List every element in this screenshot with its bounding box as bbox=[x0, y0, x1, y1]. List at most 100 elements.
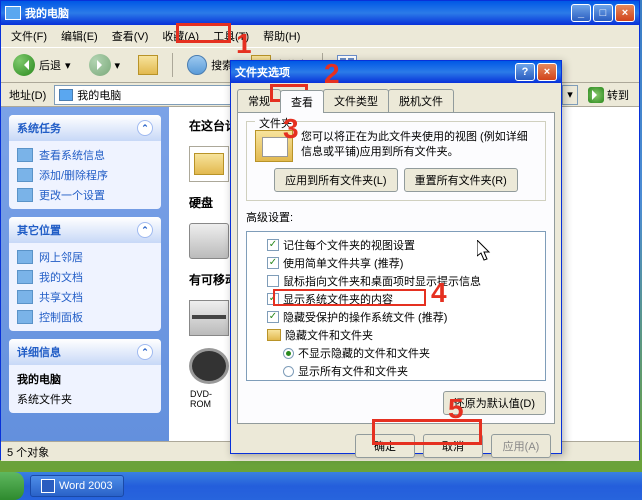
my-computer-icon bbox=[5, 6, 21, 20]
tree-row[interactable]: 鼠标指向文件夹和桌面项时显示提示信息 bbox=[253, 272, 539, 290]
help-button[interactable]: ? bbox=[515, 63, 535, 81]
tree-label: 隐藏受保护的操作系统文件 (推荐) bbox=[283, 309, 447, 325]
panel-details: 详细信息⌃ 我的电脑 系统文件夹 bbox=[9, 339, 161, 413]
sidebar-item-sysinfo[interactable]: 查看系统信息 bbox=[17, 147, 153, 163]
menu-view[interactable]: 查看(V) bbox=[106, 26, 155, 46]
details-name: 我的电脑 bbox=[17, 371, 153, 387]
tree-label: 使用简单文件共享 (推荐) bbox=[283, 255, 403, 271]
panel-header[interactable]: 其它位置⌃ bbox=[9, 217, 161, 243]
dvd-icon bbox=[189, 348, 229, 384]
tree-row[interactable]: 不显示隐藏的文件和文件夹 bbox=[253, 344, 539, 362]
search-icon bbox=[187, 55, 207, 75]
apply-all-folders-button[interactable]: 应用到所有文件夹(L) bbox=[274, 168, 397, 192]
folder-pair-icon bbox=[255, 130, 293, 162]
panel-system-tasks: 系统任务⌃ 查看系统信息 添加/删除程序 更改一个设置 bbox=[9, 115, 161, 209]
minimize-button[interactable]: _ bbox=[571, 4, 591, 22]
chevron-up-icon: ⌃ bbox=[137, 222, 153, 238]
checkbox-icon: ✓ bbox=[267, 311, 279, 323]
taskbar: Word 2003 bbox=[0, 472, 642, 500]
removable-icon bbox=[189, 300, 229, 336]
checkbox-icon bbox=[267, 275, 279, 287]
my-computer-mini-icon bbox=[59, 89, 73, 101]
menu-file[interactable]: 文件(F) bbox=[5, 26, 53, 46]
address-value: 我的电脑 bbox=[77, 87, 121, 103]
start-button[interactable] bbox=[0, 472, 24, 500]
documents-icon bbox=[17, 270, 33, 284]
tree-label: 显示系统文件夹的内容 bbox=[283, 291, 393, 307]
tab-view[interactable]: 查看 bbox=[280, 90, 324, 113]
restore-defaults-button[interactable]: 还原为默认值(D) bbox=[443, 391, 546, 415]
checkbox-icon: ✓ bbox=[267, 257, 279, 269]
up-button[interactable] bbox=[132, 51, 164, 79]
arrow-left-icon bbox=[13, 54, 35, 76]
taskbar-item-word[interactable]: Word 2003 bbox=[30, 475, 124, 497]
tab-general[interactable]: 常规 bbox=[237, 89, 281, 112]
titlebar[interactable]: 我的电脑 _ □ × bbox=[1, 1, 639, 25]
address-dropdown[interactable]: ▾ bbox=[562, 85, 578, 105]
shared-icon bbox=[17, 290, 33, 304]
tree-row[interactable]: ✓ 显示系统文件夹的内容 bbox=[253, 290, 539, 308]
tabs: 常规 查看 文件类型 脱机文件 bbox=[231, 83, 561, 112]
sidebar-item-addremove[interactable]: 添加/删除程序 bbox=[17, 167, 153, 183]
close-button[interactable]: × bbox=[615, 4, 635, 22]
radio-icon bbox=[283, 366, 294, 377]
back-button[interactable]: 后退 ▾ bbox=[7, 50, 77, 80]
details-type: 系统文件夹 bbox=[17, 391, 153, 407]
close-dialog-button[interactable]: × bbox=[537, 63, 557, 81]
tree-label: 显示所有文件和文件夹 bbox=[298, 363, 408, 379]
chevron-up-icon: ⌃ bbox=[137, 344, 153, 360]
sidebar-item-mydocs[interactable]: 我的文档 bbox=[17, 269, 153, 285]
maximize-button[interactable]: □ bbox=[593, 4, 613, 22]
group-legend: 文件夹 bbox=[255, 115, 296, 131]
tree-label: 隐藏文件和文件夹 bbox=[285, 327, 373, 343]
apply-button[interactable]: 应用(A) bbox=[491, 434, 551, 458]
sidebar-item-control[interactable]: 控制面板 bbox=[17, 309, 153, 325]
addremove-icon bbox=[17, 168, 33, 182]
checkbox-icon: ✓ bbox=[267, 293, 279, 305]
panel-header[interactable]: 详细信息⌃ bbox=[9, 339, 161, 365]
tabpage-view: 文件夹 您可以将正在为此文件夹使用的视图 (例如详细信息或平铺)应用到所有文件夹… bbox=[237, 112, 555, 424]
menu-help[interactable]: 帮助(H) bbox=[257, 26, 306, 46]
menu-edit[interactable]: 编辑(E) bbox=[55, 26, 104, 46]
ok-button[interactable]: 确定 bbox=[355, 434, 415, 458]
tree-row[interactable]: ✓隐藏已知文件类型的扩展名 bbox=[253, 380, 539, 381]
address-label: 地址(D) bbox=[5, 87, 50, 103]
folder-icon bbox=[267, 329, 281, 341]
sidebar-item-changesetting[interactable]: 更改一个设置 bbox=[17, 187, 153, 203]
panel-header[interactable]: 系统任务⌃ bbox=[9, 115, 161, 141]
tree-row[interactable]: 隐藏文件和文件夹 bbox=[253, 326, 539, 344]
advanced-settings-tree[interactable]: ✓ 记住每个文件夹的视图设置 ✓ 使用简单文件共享 (推荐)鼠标指向文件夹和桌面项时显… bbox=[246, 231, 546, 381]
tree-label: 不显示隐藏的文件和文件夹 bbox=[298, 345, 430, 361]
advanced-label: 高级设置: bbox=[246, 209, 546, 225]
up-icon bbox=[138, 55, 158, 75]
sidebar-item-shared[interactable]: 共享文档 bbox=[17, 289, 153, 305]
group-desc: 您可以将正在为此文件夹使用的视图 (例如详细信息或平铺)应用到所有文件夹。 bbox=[301, 130, 537, 162]
dialog-title: 文件夹选项 bbox=[235, 64, 515, 80]
cancel-button[interactable]: 取消 bbox=[423, 434, 483, 458]
sidebar-item-network[interactable]: 网上邻居 bbox=[17, 249, 153, 265]
tree-label: 记住每个文件夹的视图设置 bbox=[283, 237, 415, 253]
settings-icon bbox=[17, 188, 33, 202]
menu-favorites[interactable]: 收藏(A) bbox=[156, 26, 205, 46]
cursor-icon bbox=[477, 240, 493, 262]
reset-all-folders-button[interactable]: 重置所有文件夹(R) bbox=[404, 168, 518, 192]
tree-row[interactable]: ✓ 隐藏受保护的操作系统文件 (推荐) bbox=[253, 308, 539, 326]
network-icon bbox=[17, 250, 33, 264]
menu-tools[interactable]: 工具(T) bbox=[207, 26, 255, 46]
checkbox-icon: ✓ bbox=[267, 239, 279, 251]
menubar: 文件(F) 编辑(E) 查看(V) 收藏(A) 工具(T) 帮助(H) bbox=[1, 25, 639, 47]
radio-icon bbox=[283, 348, 294, 359]
panel-other-places: 其它位置⌃ 网上邻居 我的文档 共享文档 控制面板 bbox=[9, 217, 161, 331]
tree-row[interactable]: 显示所有文件和文件夹 bbox=[253, 362, 539, 380]
chevron-up-icon: ⌃ bbox=[137, 120, 153, 136]
go-button[interactable]: 转到 bbox=[582, 87, 635, 103]
folder-options-dialog: 文件夹选项 ? × 常规 查看 文件类型 脱机文件 文件夹 您可以将正在为此文件… bbox=[230, 60, 562, 454]
dialog-titlebar[interactable]: 文件夹选项 ? × bbox=[231, 61, 561, 83]
tab-offline[interactable]: 脱机文件 bbox=[388, 89, 454, 112]
tree-row[interactable]: ✓ 记住每个文件夹的视图设置 bbox=[253, 236, 539, 254]
tab-filetypes[interactable]: 文件类型 bbox=[323, 89, 389, 112]
forward-button[interactable]: ▾ bbox=[83, 50, 127, 80]
tree-row[interactable]: ✓ 使用简单文件共享 (推荐) bbox=[253, 254, 539, 272]
sidebar: 系统任务⌃ 查看系统信息 添加/删除程序 更改一个设置 其它位置⌃ 网上邻居 我… bbox=[1, 107, 169, 441]
arrow-right-icon bbox=[89, 54, 111, 76]
